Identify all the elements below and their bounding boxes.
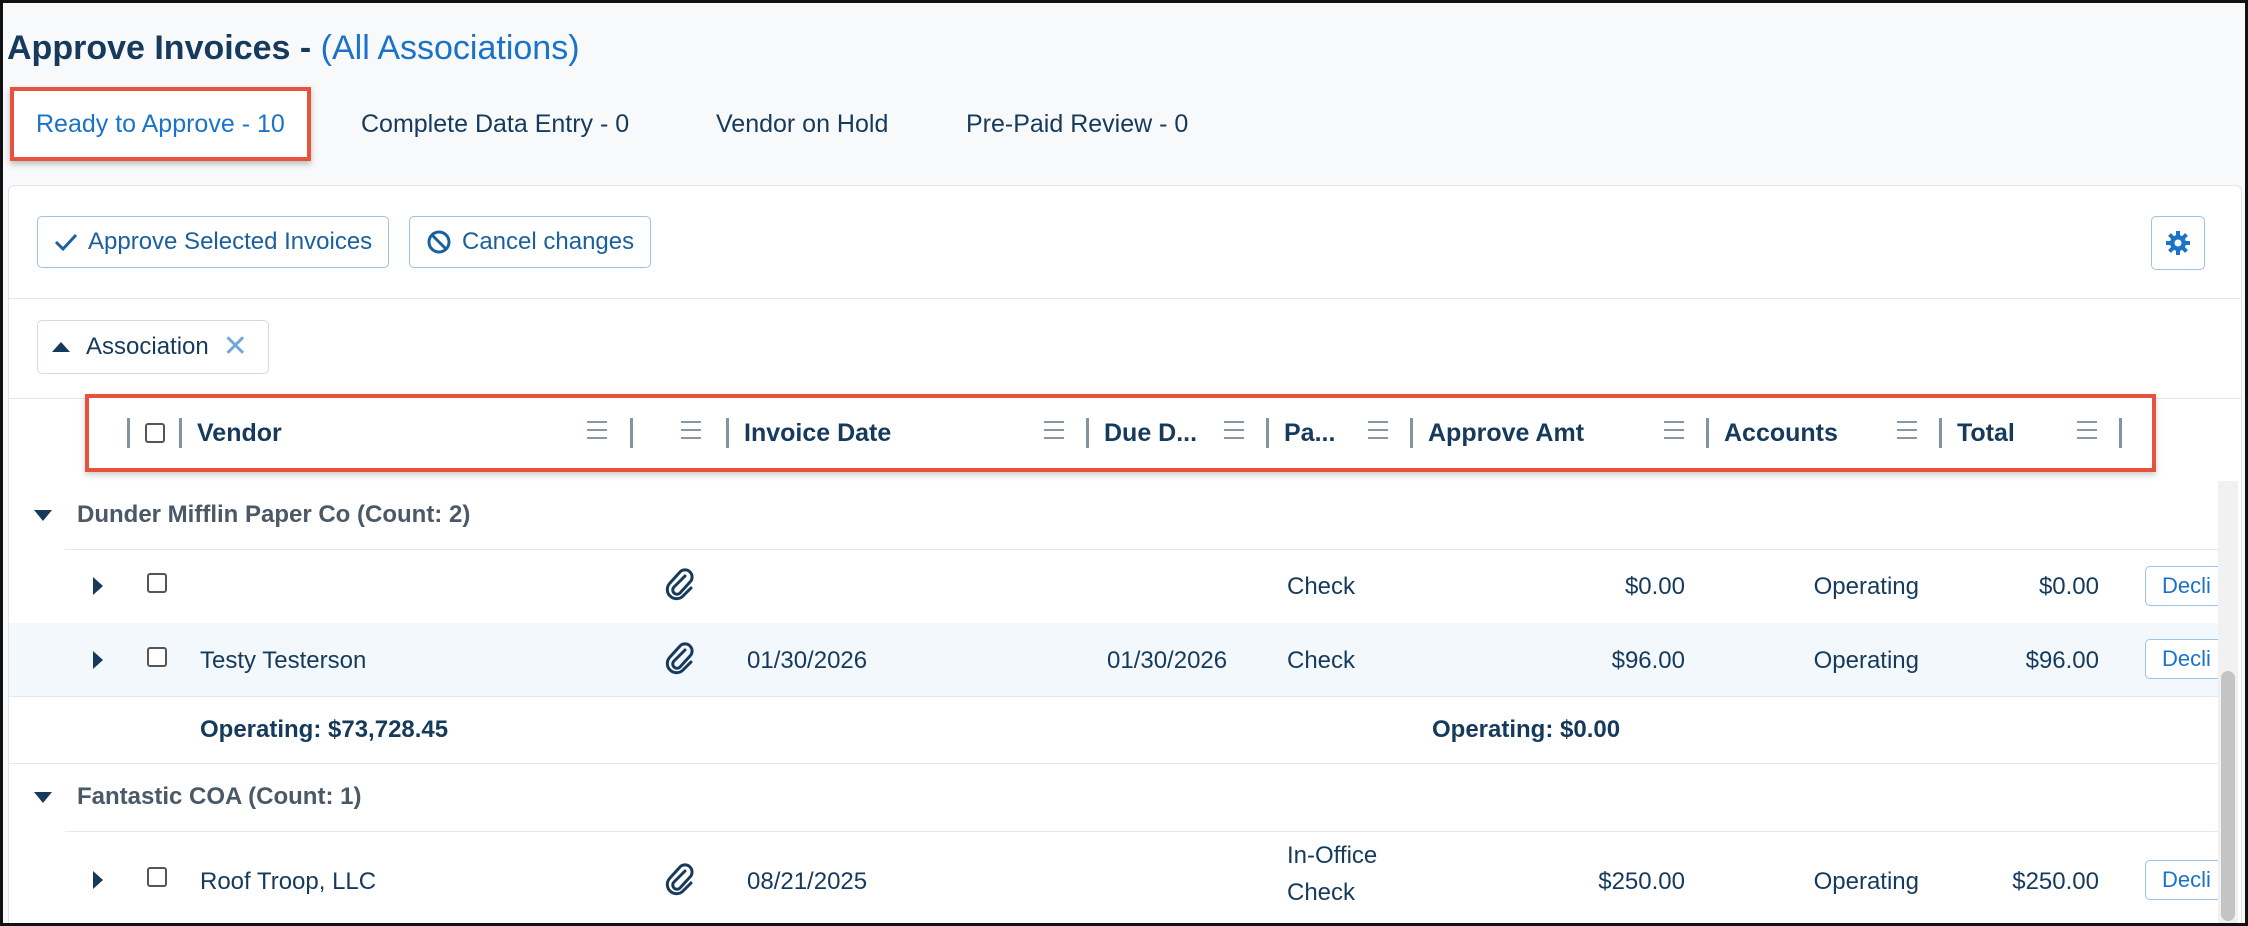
scrollbar-thumb[interactable]: [2221, 671, 2235, 921]
page-title-text: Approve Invoices -: [7, 29, 312, 67]
approve-selected-label: Approve Selected Invoices: [88, 228, 373, 255]
app-window: Approve Invoices - (All Associations) Re…: [0, 0, 2248, 926]
remove-group-icon[interactable]: ✕: [223, 332, 248, 362]
column-separator[interactable]: [1939, 418, 1942, 448]
collapse-group-icon[interactable]: [34, 510, 52, 521]
invoice-date-cell: 01/30/2026: [747, 647, 868, 674]
sort-up-icon: [52, 342, 70, 352]
tab-vendor-on-hold[interactable]: Vendor on Hold: [716, 87, 888, 161]
pay-method-line1: In-Office: [1287, 842, 1378, 869]
table-row: Testy Testerson 01/30/2026 01/30/2026 Ch…: [9, 623, 2235, 697]
column-menu-icon[interactable]: [2077, 421, 2097, 445]
page-title: Approve Invoices - (All Associations): [7, 29, 580, 68]
column-separator[interactable]: [1706, 418, 1709, 448]
group-row: Dunder Mifflin Paper Co (Count: 2): [9, 481, 2219, 550]
total-cell: $0.00: [2038, 573, 2099, 600]
attachment-icon[interactable]: [665, 863, 695, 897]
total-cell: $250.00: [2012, 868, 2099, 895]
approve-selected-button[interactable]: Approve Selected Invoices: [37, 216, 390, 268]
column-menu-icon[interactable]: [1368, 421, 1388, 445]
column-menu-icon[interactable]: [1664, 421, 1684, 445]
pay-method-cell: Check: [1287, 647, 1356, 674]
group-title: Dunder Mifflin Paper Co (Count: 2): [77, 501, 471, 528]
vertical-scrollbar[interactable]: [2218, 481, 2238, 923]
column-accounts[interactable]: Accounts: [1724, 398, 1838, 468]
association-scope-link[interactable]: (All Associations): [321, 29, 580, 67]
invoices-panel: Approve Selected Invoices Cancel changes: [8, 185, 2242, 923]
column-menu-icon[interactable]: [681, 421, 701, 445]
column-menu-icon[interactable]: [1044, 421, 1064, 445]
row-checkbox[interactable]: [147, 867, 167, 887]
column-separator[interactable]: [1266, 418, 1269, 448]
group-chip-label: Association: [86, 333, 209, 360]
tab-pre-paid-review[interactable]: Pre-Paid Review - 0: [966, 87, 1188, 161]
gear-icon: [2166, 231, 2190, 255]
attachment-icon[interactable]: [665, 642, 695, 676]
cancel-changes-label: Cancel changes: [462, 228, 635, 255]
pay-method-cell: Check: [1287, 573, 1356, 600]
group-by-bar: Association ✕: [9, 298, 2241, 399]
tab-complete-data-entry[interactable]: Complete Data Entry - 0: [361, 87, 629, 161]
approve-amt-cell[interactable]: $96.00: [1549, 647, 1685, 675]
expand-row-icon[interactable]: [93, 651, 103, 669]
group-title: Fantastic COA (Count: 1): [77, 783, 362, 810]
column-vendor[interactable]: Vendor: [197, 398, 282, 468]
column-header-row: Vendor Invoice Date Due D... Pa... Appro…: [85, 394, 2156, 472]
column-total[interactable]: Total: [1957, 398, 2015, 468]
column-separator[interactable]: [726, 418, 729, 448]
cancel-changes-button[interactable]: Cancel changes: [409, 216, 652, 268]
column-menu-icon[interactable]: [587, 421, 607, 445]
accounts-cell: Operating: [1813, 647, 1919, 674]
group-subtotal-row: Operating: $73,728.45 Operating: $0.00: [9, 696, 2219, 764]
column-menu-icon[interactable]: [1224, 421, 1244, 445]
collapse-group-icon[interactable]: [34, 792, 52, 803]
column-separator[interactable]: [630, 418, 633, 448]
approve-amt-cell[interactable]: $0.00: [1549, 573, 1685, 601]
accounts-cell: Operating: [1813, 573, 1919, 600]
group-chip-association[interactable]: Association ✕: [37, 320, 269, 374]
column-due-date[interactable]: Due D...: [1104, 398, 1197, 468]
column-separator[interactable]: [1410, 418, 1413, 448]
settings-button[interactable]: [2151, 216, 2205, 270]
group-row: Fantastic COA (Count: 1): [9, 763, 2219, 832]
vendor-cell[interactable]: Testy Testerson: [200, 647, 366, 675]
due-date-cell: 01/30/2026: [1107, 647, 1228, 674]
row-checkbox[interactable]: [147, 647, 167, 667]
checkmark-icon: [54, 233, 78, 252]
subtotal-operating-left: Operating: $73,728.45: [200, 716, 449, 743]
column-menu-icon[interactable]: [1897, 421, 1917, 445]
total-cell: $96.00: [2025, 647, 2099, 674]
column-pay-method[interactable]: Pa...: [1284, 398, 1335, 468]
tab-ready-to-approve[interactable]: Ready to Approve - 10: [10, 87, 311, 161]
column-separator[interactable]: [2119, 418, 2122, 448]
column-invoice-date[interactable]: Invoice Date: [744, 398, 891, 468]
approve-amt-cell[interactable]: $250.00: [1549, 868, 1685, 896]
subtotal-operating-right: Operating: $0.00: [1432, 716, 1621, 743]
expand-row-icon[interactable]: [93, 871, 103, 889]
expand-row-icon[interactable]: [93, 577, 103, 595]
column-separator[interactable]: [179, 418, 182, 448]
accounts-cell: Operating: [1813, 868, 1919, 895]
toolbar: Approve Selected Invoices Cancel changes: [9, 186, 2241, 299]
vendor-cell[interactable]: Roof Troop, LLC: [200, 868, 376, 896]
invoice-date-cell: 08/21/2025: [747, 868, 868, 895]
select-all-checkbox[interactable]: [145, 423, 165, 443]
column-separator[interactable]: [1086, 418, 1089, 448]
attachment-icon[interactable]: [665, 568, 695, 602]
pay-method-line2: Check: [1287, 879, 1356, 906]
ban-icon: [427, 230, 451, 254]
column-approve-amt[interactable]: Approve Amt: [1428, 398, 1584, 468]
table-row: Roof Troop, LLC 08/21/2025 In-Office Che…: [9, 832, 2235, 923]
column-separator[interactable]: [127, 418, 130, 448]
row-checkbox[interactable]: [147, 573, 167, 593]
tab-bar: Ready to Approve - 10 Complete Data Entr…: [3, 87, 2245, 163]
table-row: Check $0.00 Operating $0.00 Decli: [9, 550, 2235, 624]
